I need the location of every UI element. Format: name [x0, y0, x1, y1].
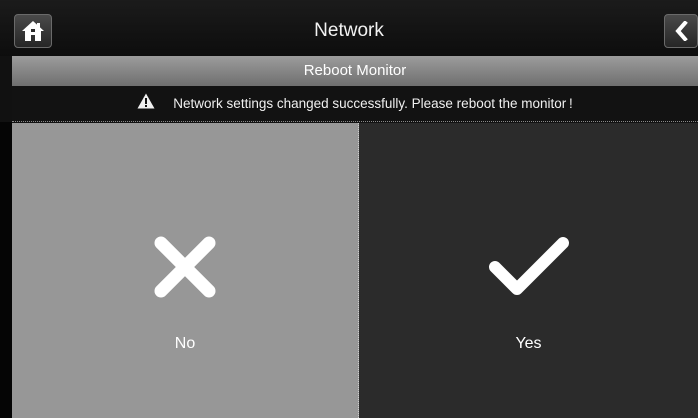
- left-edge: [0, 122, 12, 418]
- warning-icon: [137, 93, 155, 108]
- no-label: No: [174, 335, 196, 352]
- chevron-left-icon: [675, 21, 688, 41]
- checkmark-icon: [488, 237, 569, 295]
- top-bar: Network: [0, 0, 698, 56]
- back-button[interactable]: [664, 14, 698, 48]
- yes-button[interactable]: Yes: [359, 123, 698, 418]
- message-text: Network settings changed successfully. P…: [173, 96, 573, 111]
- no-button[interactable]: No: [12, 123, 359, 418]
- dialog-title: Reboot Monitor: [12, 56, 698, 86]
- close-icon: [154, 236, 216, 298]
- message-bar: Network settings changed successfully. P…: [12, 86, 698, 122]
- page-title: Network: [314, 20, 384, 41]
- monitor-screen: Network Reboot Monitor Network settings …: [0, 0, 698, 418]
- yes-label: Yes: [515, 335, 542, 352]
